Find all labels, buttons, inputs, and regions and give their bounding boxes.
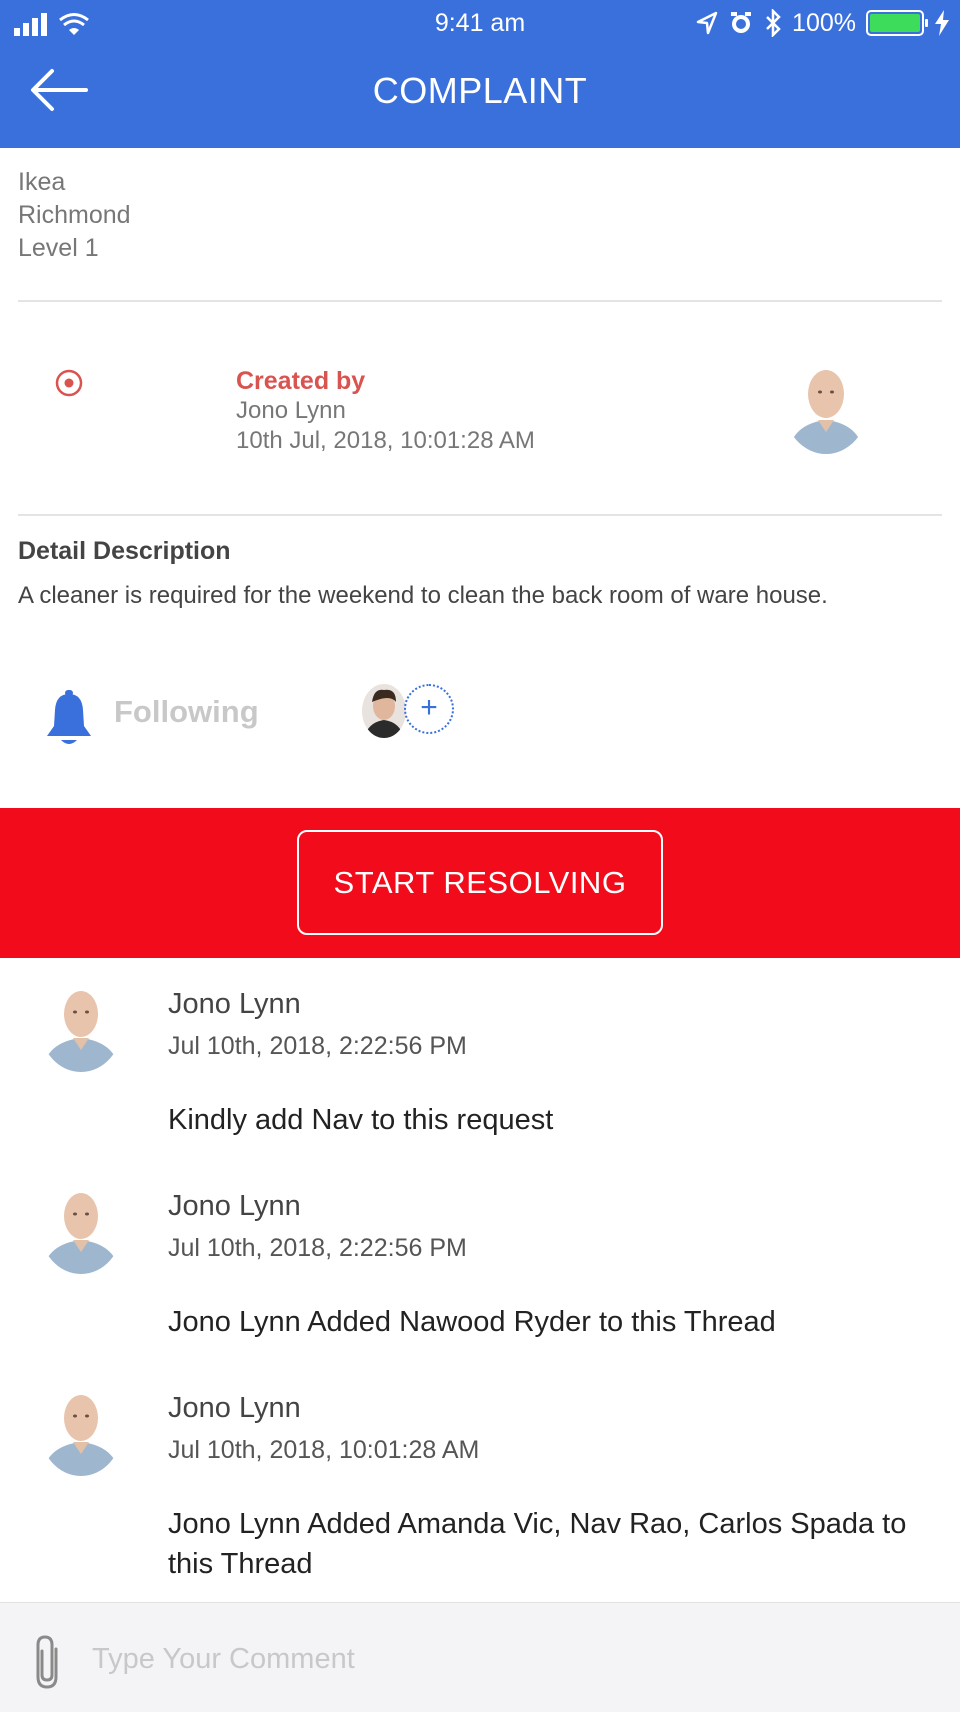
divider [18,300,942,302]
paperclip-icon[interactable] [28,1633,68,1691]
creator-avatar [784,358,868,454]
location-level: Level 1 [18,234,99,262]
page-title: COMPLAINT [372,70,588,111]
comment-text: Jono Lynn Added Amanda Vic, Nav Rao, Car… [168,1508,907,1580]
bluetooth-icon [766,9,781,37]
comment-time: Jul 10th, 2018, 10:01:28 AM [168,1436,480,1464]
comment-text: Jono Lynn Added Nawood Ryder to this Thr… [168,1306,776,1338]
comment-avatar [40,980,122,1072]
comment-author: Jono Lynn [168,1392,301,1424]
target-icon [55,369,83,397]
comment-input[interactable] [92,1629,932,1689]
comment-input-bar [0,1602,960,1712]
description-title: Detail Description [18,537,231,565]
battery-percent: 100% [792,8,856,37]
comment-author: Jono Lynn [168,988,301,1020]
comment-item: Jono Lynn Jul 10th, 2018, 10:01:28 AM Jo… [0,1362,960,1598]
comment-time: Jul 10th, 2018, 2:22:56 PM [168,1032,467,1060]
start-resolving-button[interactable]: START RESOLVING [297,830,663,935]
status-right: 100% [696,8,950,38]
following-label[interactable]: Following [114,694,259,730]
location-icon [696,11,718,35]
location-block: Ikea Richmond Level 1 [18,166,131,265]
comment-item: Jono Lynn Jul 10th, 2018, 2:22:56 PM Kin… [0,958,960,1148]
comment-avatar [40,1384,122,1476]
comment-text: Kindly add Nav to this request [168,1104,554,1136]
location-area: Richmond [18,201,131,229]
creator-name: Jono Lynn [236,397,346,424]
created-by-label: Created by [236,367,366,395]
location-store: Ikea [18,168,66,196]
comment-item: Jono Lynn Jul 10th, 2018, 2:22:56 PM Jon… [0,1160,960,1350]
comment-avatar [40,1182,122,1274]
comment-time: Jul 10th, 2018, 2:22:56 PM [168,1234,467,1262]
bell-icon[interactable] [44,690,94,748]
follower-avatar [362,684,406,738]
created-timestamp: 10th Jul, 2018, 10:01:28 AM [236,427,535,454]
battery-icon [866,10,928,36]
comment-author: Jono Lynn [168,1190,301,1222]
add-follower-button[interactable]: + [404,684,454,734]
created-by-block: Created by Jono Lynn 10th Jul, 2018, 10:… [236,366,535,456]
description-text: A cleaner is required for the weekend to… [18,582,828,609]
app-header: 9:41 am 100% COMPLAINT [0,0,960,148]
alarm-icon [731,12,752,33]
status-bar: 9:41 am 100% [0,0,960,48]
divider [18,514,942,516]
charging-icon [935,10,949,36]
